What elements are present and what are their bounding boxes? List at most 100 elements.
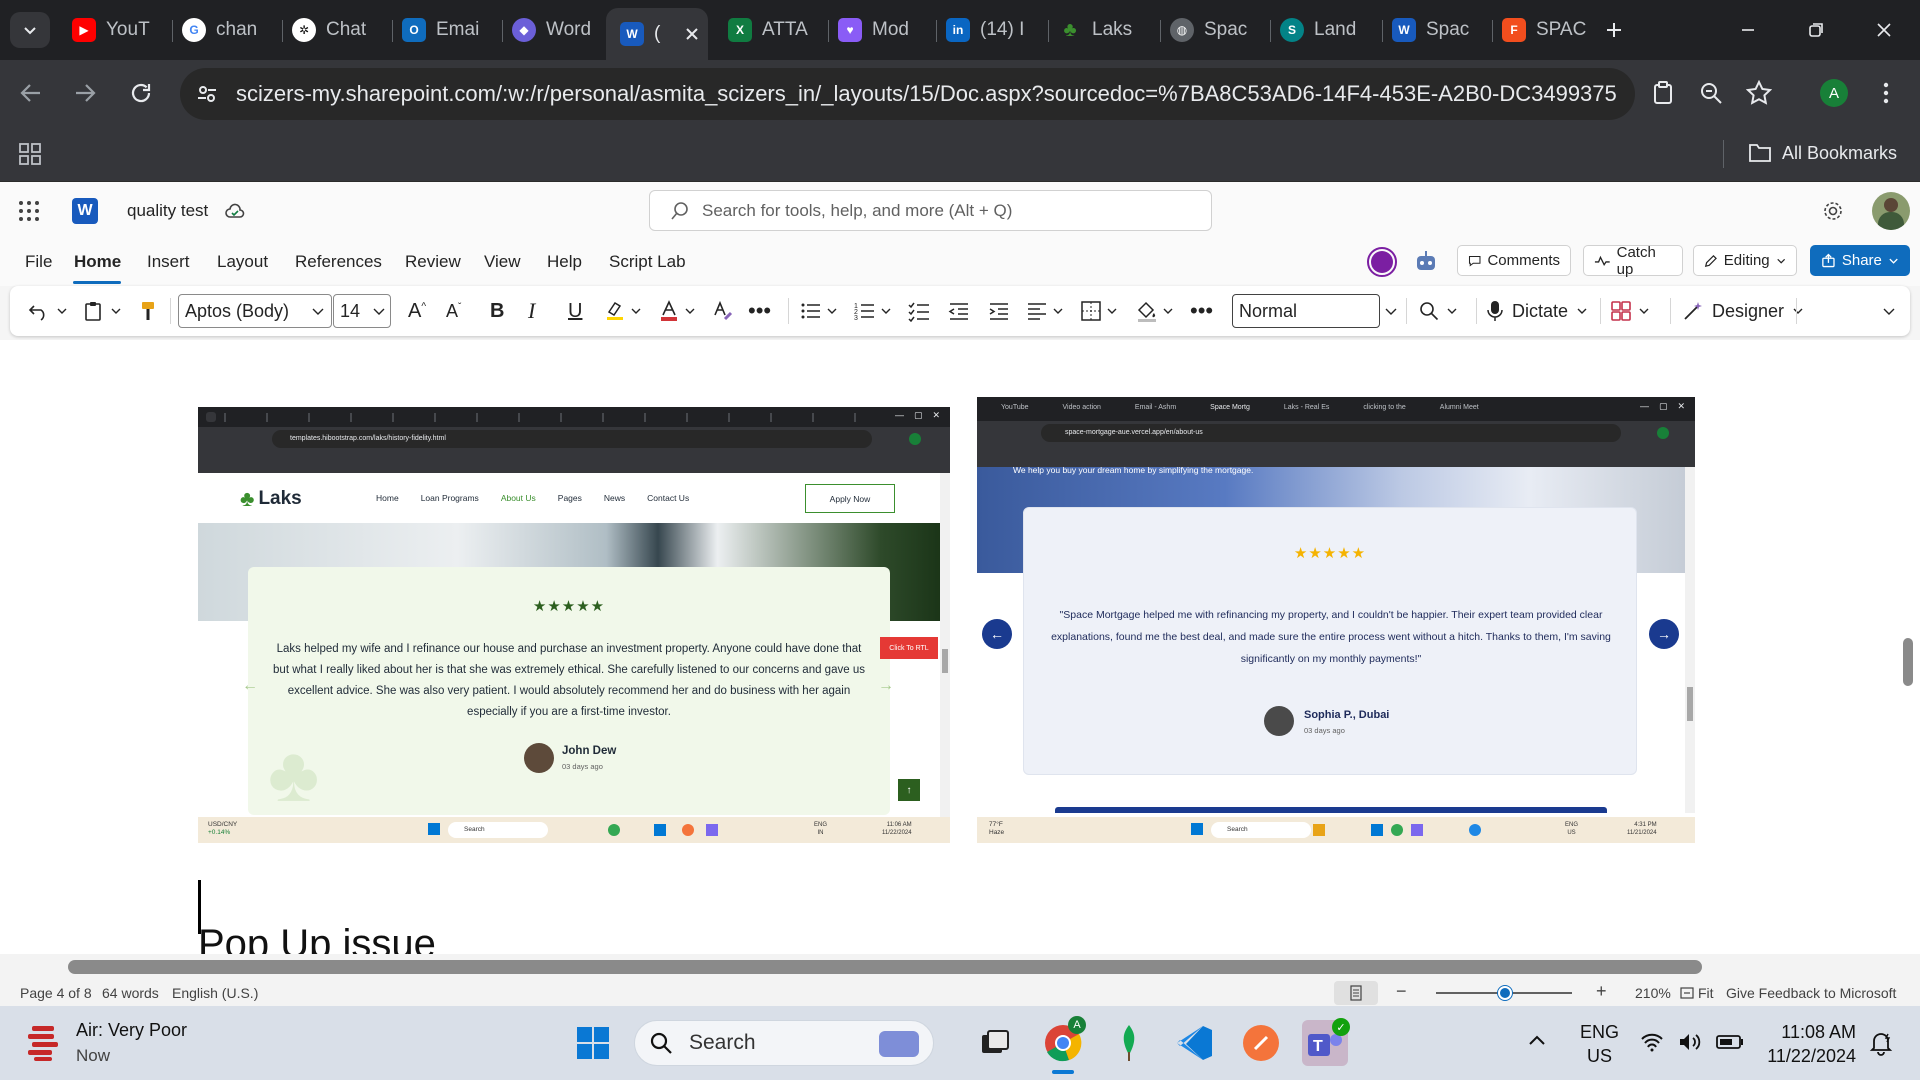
presence-user-icon[interactable] bbox=[1367, 247, 1397, 277]
saved-cloud-icon[interactable] bbox=[224, 200, 246, 222]
nav-pages[interactable]: Pages bbox=[558, 493, 582, 503]
zoom-slider-thumb[interactable] bbox=[1498, 986, 1512, 1000]
section-heading[interactable]: Pop Up issue bbox=[198, 922, 436, 954]
grow-font-button[interactable]: A^ bbox=[408, 296, 426, 326]
copilot-robot-icon[interactable] bbox=[1412, 248, 1440, 276]
close-window-button[interactable] bbox=[1866, 14, 1902, 46]
show-hidden-icons-button[interactable] bbox=[1528, 1034, 1546, 1046]
document-canvas[interactable]: — ▢ ✕ templates.hibootstrap.com/laks/his… bbox=[0, 340, 1920, 954]
bullets-button[interactable] bbox=[800, 296, 838, 326]
zoom-out-button[interactable]: − bbox=[1396, 981, 1407, 1002]
prev-slide-button[interactable]: ← bbox=[982, 619, 1012, 649]
site-info-icon[interactable] bbox=[196, 83, 218, 105]
style-select[interactable]: Normal bbox=[1232, 294, 1380, 328]
nav-loan-programs[interactable]: Loan Programs bbox=[421, 493, 479, 503]
zoom-in-button[interactable]: + bbox=[1596, 981, 1607, 1002]
paste-button[interactable] bbox=[82, 296, 122, 326]
tab-home[interactable]: Home bbox=[74, 252, 121, 272]
tab-help[interactable]: Help bbox=[547, 252, 582, 272]
highlight-button[interactable] bbox=[604, 296, 642, 326]
editing-mode-button[interactable]: Editing bbox=[1693, 245, 1797, 276]
app-launcher-button[interactable] bbox=[18, 200, 40, 222]
browser-tab[interactable]: X ATTA bbox=[718, 12, 828, 48]
print-layout-button[interactable] bbox=[1334, 981, 1378, 1005]
vscode-taskbar-button[interactable] bbox=[1172, 1020, 1218, 1066]
italic-button[interactable]: I bbox=[528, 296, 535, 326]
browser-tab[interactable]: ◍ Spac bbox=[1160, 12, 1270, 48]
undo-button[interactable] bbox=[28, 296, 68, 326]
profile-avatar[interactable]: A bbox=[1820, 79, 1848, 107]
close-icon[interactable] bbox=[684, 26, 700, 42]
numbering-button[interactable]: 123 bbox=[854, 296, 892, 326]
browser-tab[interactable]: ♣ Laks bbox=[1048, 12, 1160, 48]
air-quality-icon[interactable] bbox=[26, 1024, 62, 1062]
shading-button[interactable] bbox=[1136, 296, 1174, 326]
scroll-top-button[interactable]: ↑ bbox=[898, 779, 920, 801]
browser-tab[interactable]: O Emai bbox=[392, 12, 502, 48]
alignment-button[interactable] bbox=[1026, 296, 1064, 326]
language-status[interactable]: English (U.S.) bbox=[172, 985, 258, 1001]
nav-contact-us[interactable]: Contact Us bbox=[647, 493, 689, 503]
next-slide-button[interactable]: → bbox=[1649, 619, 1679, 649]
settings-button[interactable] bbox=[1822, 200, 1844, 222]
all-bookmarks-button[interactable]: All Bookmarks bbox=[1748, 142, 1897, 164]
task-view-button[interactable] bbox=[972, 1020, 1018, 1066]
browser-tab[interactable]: ▶ YouT bbox=[62, 12, 172, 48]
font-name-select[interactable]: Aptos (Body) bbox=[178, 294, 332, 328]
tab-view[interactable]: View bbox=[484, 252, 521, 272]
vertical-scrollbar-thumb[interactable] bbox=[1903, 638, 1913, 686]
feedback-link[interactable]: Give Feedback to Microsoft bbox=[1726, 985, 1896, 1001]
browser-menu-button[interactable] bbox=[1882, 80, 1890, 106]
clipboard-icon[interactable] bbox=[1650, 80, 1676, 106]
format-painter-button[interactable] bbox=[137, 296, 159, 326]
embedded-screenshot-space-mortgage[interactable]: YouTube Video action Email - Ashm Space … bbox=[977, 397, 1695, 843]
tools-search-input[interactable]: Search for tools, help, and more (Alt + … bbox=[649, 190, 1212, 231]
style-gallery-dropdown[interactable] bbox=[1384, 296, 1398, 326]
zoom-level[interactable]: 210% bbox=[1635, 985, 1671, 1001]
find-button[interactable] bbox=[1418, 296, 1458, 326]
minimize-button[interactable] bbox=[1730, 14, 1766, 46]
browser-tab-active[interactable]: W ( bbox=[606, 8, 708, 60]
browser-tab[interactable]: in (14) I bbox=[936, 12, 1048, 48]
tab-layout[interactable]: Layout bbox=[217, 252, 268, 272]
more-paragraph-options-button[interactable]: ••• bbox=[1190, 296, 1213, 326]
chrome-taskbar-button[interactable]: A bbox=[1040, 1016, 1086, 1074]
font-size-select[interactable]: 14 bbox=[333, 294, 391, 328]
start-button[interactable] bbox=[570, 1020, 616, 1066]
shrink-font-button[interactable]: Aˇ bbox=[446, 296, 461, 326]
apps-grid-icon[interactable] bbox=[18, 142, 42, 166]
forward-button[interactable] bbox=[72, 80, 98, 106]
new-tab-button[interactable] bbox=[1598, 14, 1630, 46]
browser-tab[interactable]: G chan bbox=[172, 12, 282, 48]
apply-now-button[interactable]: Apply Now bbox=[805, 484, 895, 513]
underline-button[interactable]: U bbox=[568, 296, 582, 326]
reload-button[interactable] bbox=[128, 80, 154, 106]
horizontal-scrollbar[interactable] bbox=[0, 954, 1920, 980]
page-count[interactable]: Page 4 of 8 bbox=[20, 985, 92, 1001]
increase-indent-button[interactable] bbox=[988, 296, 1010, 326]
tab-insert[interactable]: Insert bbox=[147, 252, 190, 272]
comments-button[interactable]: Comments bbox=[1457, 245, 1571, 276]
taskbar-search[interactable]: Search bbox=[634, 1020, 934, 1066]
more-font-options-button[interactable]: ••• bbox=[748, 296, 771, 326]
browser-tab[interactable]: F SPAC bbox=[1492, 12, 1602, 48]
checklist-button[interactable] bbox=[908, 296, 930, 326]
input-language[interactable]: ENG US bbox=[1580, 1020, 1619, 1068]
nav-about-us[interactable]: About Us bbox=[501, 493, 536, 503]
browser-tab[interactable]: W Spac bbox=[1382, 12, 1492, 48]
user-avatar[interactable] bbox=[1872, 192, 1910, 230]
document-title[interactable]: quality test bbox=[127, 201, 208, 221]
expand-ribbon-button[interactable] bbox=[1882, 296, 1896, 326]
bold-button[interactable]: B bbox=[490, 296, 504, 326]
decrease-indent-button[interactable] bbox=[948, 296, 970, 326]
teams-taskbar-button[interactable]: T ✓ bbox=[1302, 1018, 1350, 1066]
tab-review[interactable]: Review bbox=[405, 252, 461, 272]
notifications-button[interactable] bbox=[1868, 1030, 1894, 1056]
address-bar[interactable]: scizers-my.sharepoint.com/:w:/r/personal… bbox=[180, 68, 1635, 120]
catch-up-button[interactable]: Catch up bbox=[1583, 244, 1683, 278]
system-tray[interactable] bbox=[1640, 1032, 1744, 1052]
restore-button[interactable] bbox=[1798, 14, 1834, 46]
borders-button[interactable] bbox=[1080, 296, 1118, 326]
nav-news[interactable]: News bbox=[604, 493, 625, 503]
clear-formatting-button[interactable] bbox=[712, 296, 734, 326]
